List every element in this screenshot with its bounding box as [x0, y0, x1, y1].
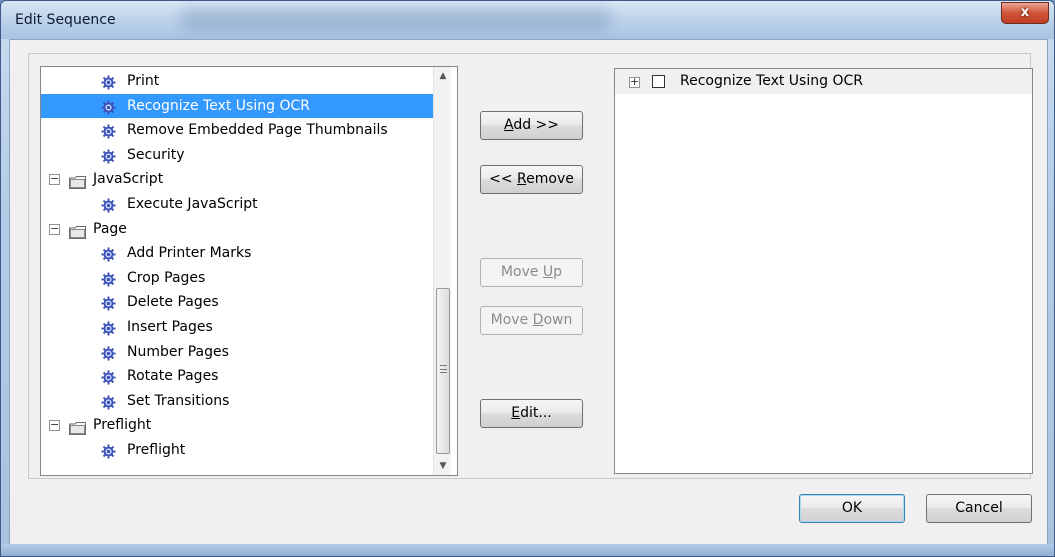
- tree-folder-page[interactable]: − Page: [41, 217, 433, 241]
- tree-item-label: Remove Embedded Page Thumbnails: [127, 122, 388, 139]
- sequence-list[interactable]: + Recognize Text Using OCR: [614, 68, 1033, 474]
- move-down-button-label-pre: Move: [490, 312, 533, 328]
- add-button-accelerator: A: [503, 117, 514, 133]
- tree-item-label: Crop Pages: [127, 269, 206, 286]
- tree-item-label: Delete Pages: [127, 294, 219, 311]
- scroll-down-arrow-icon[interactable]: ▼: [434, 457, 452, 475]
- gear-icon: [101, 320, 116, 336]
- tree-item-label: Insert Pages: [127, 319, 213, 335]
- gear-icon: [101, 99, 116, 115]
- tree-folder-label: Page: [93, 220, 127, 237]
- move-down-button-accelerator: D: [532, 312, 544, 328]
- tree-item-crop-pages[interactable]: Crop Pages: [41, 266, 433, 290]
- collapse-minus-icon[interactable]: −: [49, 419, 60, 432]
- tree-folder-label: JavaScript: [93, 171, 164, 188]
- gear-icon: [101, 443, 116, 459]
- tree-item-label: Set Transitions: [127, 392, 230, 409]
- tree-folder-javascript[interactable]: − JavaScript: [41, 167, 433, 191]
- remove-button-label-post: emove: [526, 171, 574, 187]
- move-up-button-label-pre: Move: [500, 264, 543, 280]
- dialog-title: Edit Sequence: [15, 12, 116, 28]
- tree-item-label: Security: [127, 146, 185, 163]
- folder-icon: [69, 173, 86, 190]
- tree-folder-preflight[interactable]: − Preflight: [41, 413, 433, 437]
- tree-item-rotate-pages[interactable]: Rotate Pages: [41, 364, 433, 388]
- tree-item-remove-embedded-page-thumbnails[interactable]: Remove Embedded Page Thumbnails: [41, 118, 433, 142]
- folder-icon: [69, 223, 86, 239]
- sequence-item-checkbox[interactable]: [652, 75, 665, 88]
- add-button[interactable]: Add >>: [480, 111, 583, 140]
- available-commands-tree[interactable]: Print Recognize Text Using OCR Remove Embe…: [40, 66, 458, 476]
- ok-button[interactable]: OK: [799, 494, 905, 523]
- scroll-up-arrow-icon[interactable]: ▲: [434, 67, 452, 85]
- tree-item-label: Number Pages: [127, 343, 229, 360]
- tree-item-set-transitions[interactable]: Set Transitions: [41, 389, 433, 413]
- remove-button-label-pre: <<: [489, 171, 518, 187]
- sequence-item-label: Recognize Text Using OCR: [680, 73, 863, 89]
- move-up-button[interactable]: Move Up: [480, 258, 583, 287]
- add-button-label-post: dd >>: [513, 117, 560, 133]
- edit-button[interactable]: Edit...: [480, 399, 583, 428]
- expand-plus-icon[interactable]: +: [629, 76, 640, 88]
- tree-item-execute-javascript[interactable]: Execute JavaScript: [41, 192, 433, 216]
- gear-icon: [101, 271, 116, 287]
- tree-item-label: Rotate Pages: [127, 368, 219, 385]
- tree-item-label: Preflight: [127, 442, 186, 458]
- gear-icon: [101, 295, 116, 311]
- tree-item-label: Print: [127, 73, 160, 89]
- tree-item-security[interactable]: Security: [41, 143, 433, 167]
- move-down-button-label-post: own: [543, 312, 573, 328]
- title-bar[interactable]: Edit Sequence x: [1, 1, 1054, 39]
- cancel-button[interactable]: Cancel: [926, 494, 1032, 523]
- title-bar-glow: [181, 7, 611, 31]
- tree-item-recognize-text-using-ocr[interactable]: Recognize Text Using OCR: [41, 93, 433, 118]
- scroll-grip-icon: [440, 365, 447, 373]
- tree-item-insert-pages[interactable]: Insert Pages: [41, 315, 433, 339]
- gear-icon: [101, 345, 116, 361]
- tree-item-preflight[interactable]: Preflight: [41, 438, 433, 462]
- gear-icon: [101, 148, 116, 164]
- edit-button-label-post: dit...: [520, 405, 552, 421]
- collapse-minus-icon[interactable]: −: [49, 223, 60, 235]
- tree-folder-label: Preflight: [93, 417, 152, 434]
- move-up-button-accelerator: U: [542, 264, 554, 280]
- edit-button-accelerator: E: [511, 405, 521, 421]
- tree-vertical-scrollbar[interactable]: ▲ ▼: [433, 67, 451, 475]
- remove-button-accelerator: R: [517, 171, 527, 187]
- move-up-button-label-post: p: [553, 264, 563, 280]
- remove-button[interactable]: << Remove: [480, 165, 583, 194]
- folder-icon: [69, 419, 86, 436]
- gear-icon: [101, 197, 116, 213]
- close-button[interactable]: x: [1001, 2, 1049, 24]
- gear-icon: [101, 394, 116, 410]
- window-bottom-border: [1, 544, 1054, 556]
- gear-icon: [101, 369, 116, 385]
- tree-item-add-printer-marks[interactable]: Add Printer Marks: [41, 241, 433, 265]
- tree-item-delete-pages[interactable]: Delete Pages: [41, 290, 433, 314]
- sequence-list-item[interactable]: + Recognize Text Using OCR: [615, 69, 1032, 94]
- tree-item-label: Add Printer Marks: [127, 245, 252, 262]
- move-down-button[interactable]: Move Down: [480, 306, 583, 335]
- tree-item-label: Execute JavaScript: [127, 196, 258, 212]
- dialog-client-area: Print Recognize Text Using OCR Remove Embe…: [9, 39, 1048, 546]
- tree-item-print[interactable]: Print: [41, 69, 433, 93]
- edit-sequence-dialog: Edit Sequence x Print Recognize Text Usin…: [0, 0, 1055, 557]
- tree-item-label: Recognize Text Using OCR: [127, 97, 310, 114]
- gear-icon: [101, 74, 116, 90]
- gear-icon: [101, 246, 116, 262]
- tree-item-number-pages[interactable]: Number Pages: [41, 340, 433, 364]
- scroll-thumb[interactable]: [436, 288, 450, 454]
- collapse-minus-icon[interactable]: −: [49, 173, 60, 186]
- gear-icon: [101, 123, 116, 139]
